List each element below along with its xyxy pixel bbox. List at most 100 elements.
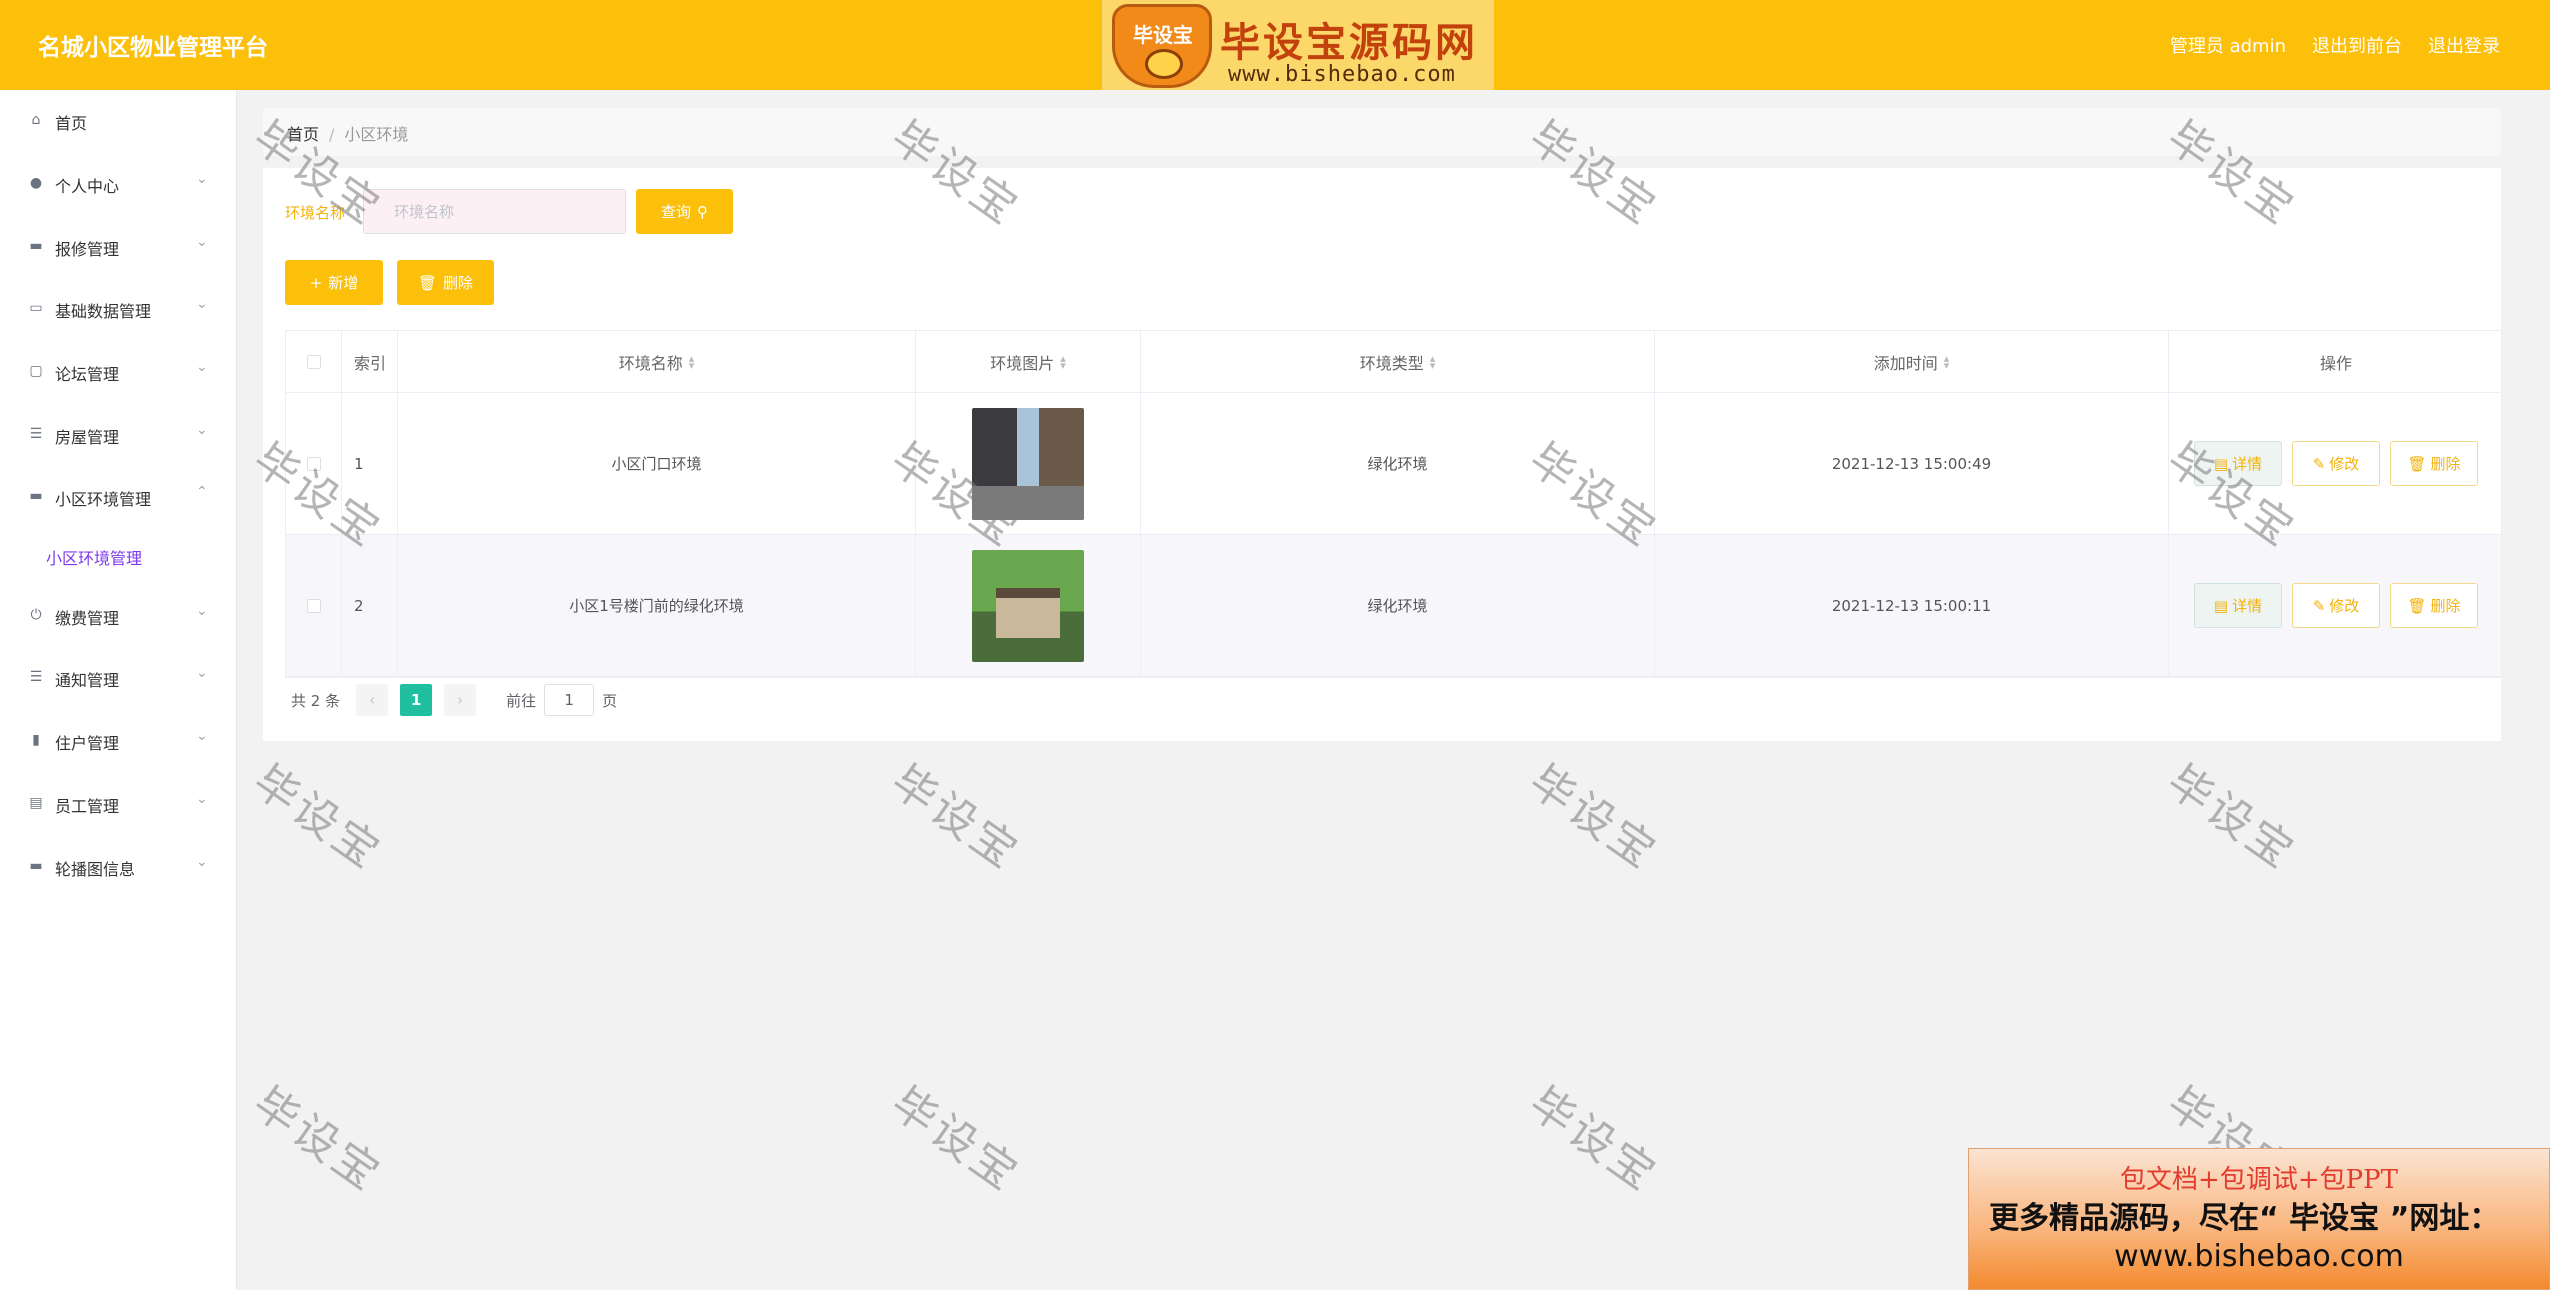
sidebar-item-label: 小区环境管理 (55, 490, 152, 509)
sidebar-item-label: 住户管理 (55, 734, 120, 753)
sidebar-item-forum[interactable]: ▢ 论坛管理 ⌄ (0, 351, 237, 391)
watermark-text: 毕设宝 (881, 755, 1030, 880)
chevron-down-icon: ⌄ (196, 728, 208, 744)
header-time[interactable]: 添加时间 ▴ ▾ (1655, 331, 2169, 392)
banner-icon: ▬ (29, 858, 43, 874)
header-checkbox-cell (286, 331, 342, 392)
sidebar-item-repair[interactable]: ▬ 报修管理 ⌄ (0, 226, 237, 266)
ad-line-2: 更多精品源码，尽在“ 毕设宝 ”网址： (1989, 1201, 2500, 1236)
environment-thumbnail[interactable] (972, 407, 1084, 520)
header-name[interactable]: 环境名称 ▴ ▾ (398, 331, 916, 392)
power-icon: ⏻ (30, 607, 42, 623)
breadcrumb-bar: 首页 / 小区环境 (263, 108, 2501, 156)
sidebar-item-basic-data[interactable]: ▭ 基础数据管理 ⌄ (0, 288, 237, 328)
watermark-text: 毕设宝 (243, 1077, 392, 1202)
chevron-down-icon: ⌄ (196, 234, 208, 250)
ad-line-1: 包文档+包调试+包PPT (2120, 1165, 2398, 1195)
chart-icon: ▮ (32, 732, 40, 748)
row-ops: ▤ 详情 ✎ 修改 🗑 删除 (2169, 393, 2503, 534)
environment-thumbnail[interactable] (972, 549, 1084, 662)
sort-icon: ▴ ▾ (1060, 351, 1066, 372)
sidebar-item-house[interactable]: ☰ 房屋管理 ⌄ (0, 414, 237, 454)
search-input[interactable] (363, 189, 626, 234)
sidebar-item-label: 基础数据管理 (55, 302, 152, 321)
monitor-icon: ▭ (29, 300, 43, 316)
document-icon: ▤ (2213, 596, 2229, 615)
chevron-left-icon: ‹ (369, 691, 376, 709)
edit-label: 修改 (2329, 455, 2360, 473)
logo-title: 毕设宝源码网 (1220, 20, 1478, 66)
sidebar-item-label: 通知管理 (55, 671, 120, 690)
select-all-checkbox[interactable] (306, 354, 321, 369)
goto-page-input[interactable] (544, 684, 595, 716)
chevron-down-icon: ⌄ (196, 296, 208, 312)
pagination-total: 共 2 条 (291, 691, 341, 710)
row-index: 1 (342, 393, 398, 534)
chevron-right-icon: › (457, 691, 464, 709)
sidebar-item-profile[interactable]: ● 个人中心 ⌄ (0, 163, 237, 203)
header-image-label: 环境图片 (990, 353, 1055, 373)
add-button[interactable]: + 新增 (285, 260, 383, 305)
delete-button[interactable]: 🗑 删除 (397, 260, 494, 305)
page-number[interactable]: 1 (400, 684, 433, 716)
logo-url: www.bishebao.com (1228, 62, 1456, 87)
table-header: 索引 环境名称 ▴ ▾ 环境图片 ▴ ▾ 环境类型 ▴ ▾ 添加时间 ▴ ▾ 操作 (286, 331, 2501, 393)
breadcrumb-home[interactable]: 首页 (287, 125, 319, 144)
sidebar-item-home[interactable]: ⌂ 首页 (0, 100, 237, 140)
search-button[interactable]: 查询 ⚲ (636, 189, 733, 234)
sidebar-subitem-environment[interactable]: 小区环境管理 (46, 545, 142, 569)
row-checkbox[interactable] (306, 598, 321, 613)
next-page-button[interactable]: › (444, 684, 477, 716)
sidebar-item-environment[interactable]: ▬ 小区环境管理 ⌃ (0, 476, 237, 516)
sidebar-item-label: 房屋管理 (55, 428, 120, 447)
admin-label: 管理员 admin (2169, 36, 2286, 57)
detail-button[interactable]: ▤ 详情 (2194, 441, 2282, 486)
app-title: 名城小区物业管理平台 (38, 35, 268, 61)
row-name: 小区1号楼门前的绿化环境 (398, 535, 916, 676)
header-type-label: 环境类型 (1359, 353, 1424, 373)
chevron-down-icon: ⌄ (196, 603, 208, 619)
sidebar-item-payment[interactable]: ⏻ 缴费管理 ⌄ (0, 595, 237, 635)
sidebar-item-notice[interactable]: ☰ 通知管理 ⌄ (0, 657, 237, 697)
sidebar-item-resident[interactable]: ▮ 住户管理 ⌄ (0, 720, 237, 760)
main-panel: 环境名称 查询 ⚲ + 新增 🗑 删除 索引 环境名称▴▾ 环境图片▴▾ 环境类… (263, 168, 2502, 741)
header-ops: 操作 (2319, 353, 2352, 373)
sidebar-item-staff[interactable]: ▤ 员工管理 ⌄ (0, 783, 237, 823)
header-image[interactable]: 环境图片 ▴ ▾ (916, 331, 1141, 392)
sidebar-item-label: 论坛管理 (55, 365, 120, 384)
row-image-cell (916, 393, 1141, 534)
corner-ad-banner[interactable]: 包文档+包调试+包PPT 更多精品源码，尽在“ 毕设宝 ”网址： www.bis… (1968, 1148, 2550, 1290)
row-checkbox[interactable] (306, 456, 321, 471)
sidebar-item-banner[interactable]: ▬ 轮播图信息 ⌄ (0, 846, 237, 886)
site-logo: 毕设宝 毕设宝源码网 www.bishebao.com (1102, 0, 1494, 90)
edit-button[interactable]: ✎ 修改 (2292, 441, 2380, 486)
edit-button[interactable]: ✎ 修改 (2292, 583, 2380, 628)
detail-button[interactable]: ▤ 详情 (2194, 583, 2282, 628)
row-checkbox-cell (286, 393, 342, 534)
detail-label: 详情 (2232, 597, 2263, 615)
row-time: 2021-12-13 15:00:49 (1655, 393, 2169, 534)
search-label: 环境名称 (285, 204, 346, 222)
watermark-text: 毕设宝 (1519, 1077, 1668, 1202)
prev-page-button[interactable]: ‹ (356, 684, 389, 716)
sort-icon: ▴ ▾ (1429, 351, 1436, 372)
environment-table: 索引 环境名称 ▴ ▾ 环境图片 ▴ ▾ 环境类型 ▴ ▾ 添加时间 ▴ ▾ 操作 1 小区门口… (285, 330, 2502, 678)
trash-icon: 🗑 (417, 273, 438, 292)
goto-prefix: 前往 (506, 691, 537, 710)
sort-icon: ▴ ▾ (1943, 351, 1950, 372)
detail-label: 详情 (2232, 455, 2263, 473)
chevron-down-icon: ⌄ (196, 854, 208, 870)
chevron-down-icon: ⌄ (196, 359, 208, 375)
add-button-label: 新增 (328, 274, 359, 292)
chat-icon: ▢ (29, 363, 43, 379)
row-delete-button[interactable]: 🗑 删除 (2390, 583, 2478, 628)
chevron-down-icon: ⌄ (196, 791, 208, 807)
chevron-down-icon: ⌄ (196, 171, 208, 187)
logout-link[interactable]: 退出登录 (2428, 32, 2500, 58)
delete-label: 删除 (2430, 597, 2461, 615)
header-type[interactable]: 环境类型 ▴ ▾ (1141, 331, 1655, 392)
row-delete-button[interactable]: 🗑 删除 (2390, 441, 2478, 486)
breadcrumb-separator: / (329, 125, 335, 144)
logo-badge: 毕设宝 (1112, 4, 1212, 88)
exit-to-front-link[interactable]: 退出到前台 (2312, 32, 2402, 58)
